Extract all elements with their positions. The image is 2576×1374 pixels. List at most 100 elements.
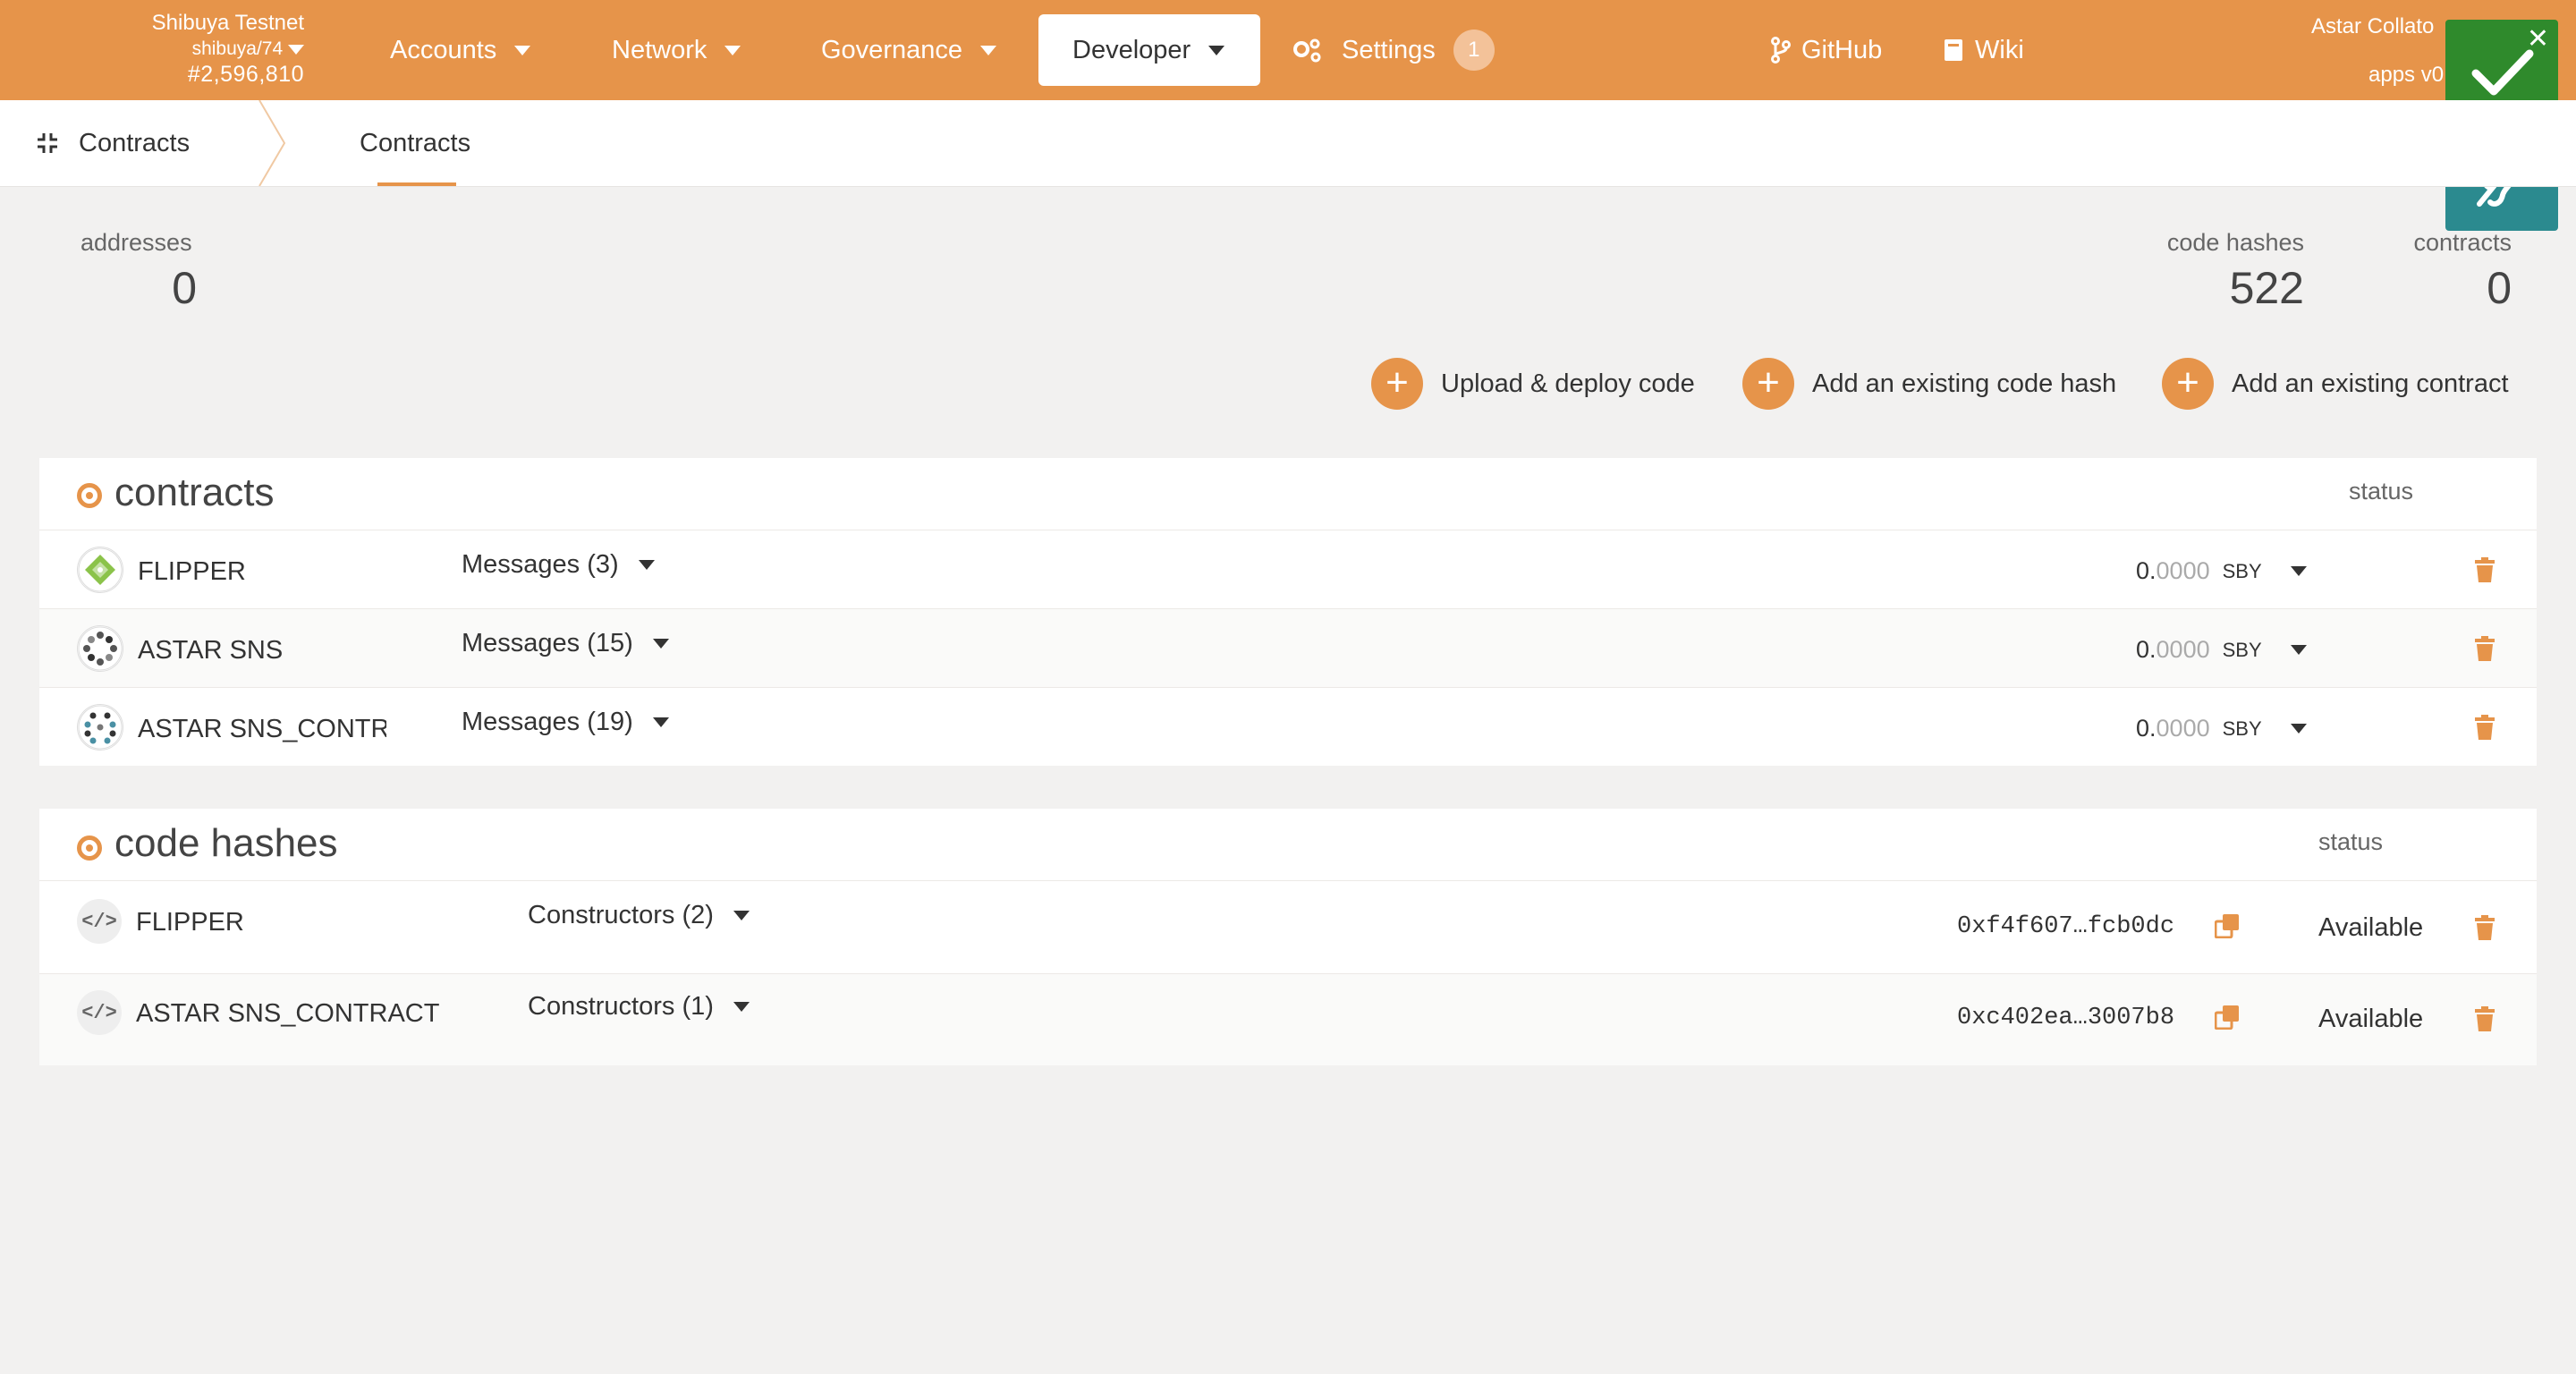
github-label: GitHub	[1801, 35, 1883, 64]
chain-selector[interactable]: Shibuya Testnet shibuya/74 #2,596,810	[134, 13, 304, 86]
code-hashes-value: 522	[2229, 263, 2304, 313]
chevron-down-icon	[733, 911, 750, 920]
contract-name[interactable]: ASTAR SNS_CONTRA	[138, 715, 386, 744]
table-row: ASTAR SNS Messages (15) 0.0000 SBY	[39, 608, 2537, 688]
chain-name: Shibuya Testnet	[151, 11, 304, 35]
trash-icon[interactable]	[2474, 715, 2496, 740]
messages-label: Messages (15)	[462, 629, 633, 657]
tab-contracts-label: Contracts	[360, 128, 471, 157]
code-hashes-status-header: status	[2318, 828, 2384, 855]
code-hash: 0xc402ea…3007b8	[1957, 1005, 2175, 1031]
balance-unit: SBY	[2222, 638, 2262, 661]
nav-network[interactable]: Network	[612, 14, 741, 86]
trash-icon[interactable]	[2474, 1006, 2496, 1031]
github-link[interactable]: GitHub	[1771, 14, 1882, 86]
copy-icon[interactable]	[2215, 913, 2240, 938]
plus-icon: +	[2162, 358, 2214, 410]
trash-icon[interactable]	[2474, 915, 2496, 940]
contract-identicon	[77, 625, 123, 672]
active-tab-indicator	[377, 182, 456, 186]
wiki-link[interactable]: Wiki	[1943, 14, 2024, 86]
nav-governance[interactable]: Governance	[821, 14, 996, 86]
compress-icon	[38, 133, 57, 153]
nav-developer[interactable]: Developer	[1038, 14, 1260, 86]
plus-icon: +	[1371, 358, 1423, 410]
settings-badge: 1	[1453, 30, 1495, 71]
balance-dropdown[interactable]: 0.0000 SBY	[2136, 557, 2307, 585]
messages-label: Messages (3)	[462, 550, 619, 579]
balance-dropdown[interactable]: 0.0000 SBY	[2136, 715, 2307, 742]
messages-dropdown[interactable]: Messages (3)	[462, 550, 655, 580]
constructors-label: Constructors (1)	[528, 992, 714, 1021]
tab-contracts[interactable]: Contracts	[360, 100, 470, 186]
nav-settings-label: Settings	[1342, 35, 1436, 64]
add-code-hash-button[interactable]: + Add an existing code hash	[1742, 356, 2116, 411]
contract-identicon	[77, 547, 123, 593]
balance-decimal: 0000	[2156, 715, 2210, 742]
code-name[interactable]: FLIPPER	[136, 908, 494, 937]
code-branch-icon	[1771, 37, 1791, 64]
breadcrumb-separator	[258, 100, 286, 186]
chevron-down-icon	[514, 45, 531, 55]
table-row: </> FLIPPER Constructors (2) 0xf4f607…fc…	[39, 880, 2537, 974]
table-row: </> ASTAR SNS_CONTRACT Constructors (1) …	[39, 973, 2537, 1065]
contracts-value: 0	[2487, 263, 2512, 313]
code-hashes-title: code hashes	[114, 821, 338, 865]
contracts-stat: contracts 0	[2379, 229, 2512, 314]
chevron-down-icon	[2290, 724, 2307, 734]
trash-icon[interactable]	[2474, 557, 2496, 582]
nav-settings[interactable]: Settings 1	[1292, 14, 1495, 86]
trash-icon[interactable]	[2474, 636, 2496, 661]
top-navigation-bar: Shibuya Testnet shibuya/74 #2,596,810 Ac…	[0, 0, 2576, 100]
gears-icon	[1293, 38, 1321, 63]
constructors-label: Constructors (2)	[528, 901, 714, 929]
code-icon: </>	[77, 990, 122, 1035]
chevron-down-icon	[733, 1002, 750, 1012]
messages-dropdown[interactable]: Messages (15)	[462, 629, 669, 658]
balance-decimal: 0000	[2156, 557, 2210, 584]
constructors-dropdown[interactable]: Constructors (1)	[528, 992, 750, 1022]
chevron-down-icon	[288, 44, 304, 55]
chevron-down-icon	[652, 639, 669, 649]
wiki-label: Wiki	[1975, 35, 2024, 64]
balance-unit: SBY	[2222, 717, 2262, 740]
add-contract-label: Add an existing contract	[2232, 369, 2509, 398]
contract-identicon	[77, 704, 123, 751]
messages-label: Messages (19)	[462, 708, 633, 736]
code-hashes-header: code hashes status	[39, 809, 2537, 878]
nav-accounts[interactable]: Accounts	[390, 14, 531, 86]
block-number: #2,596,810	[187, 62, 304, 87]
contracts-label: contracts	[2413, 229, 2512, 256]
balance-dropdown[interactable]: 0.0000 SBY	[2136, 636, 2307, 664]
copy-icon[interactable]	[2215, 1005, 2240, 1030]
upload-deploy-label: Upload & deploy code	[1441, 369, 1695, 398]
code-hashes-stat: code hashes 522	[2147, 229, 2304, 314]
chevron-down-icon	[980, 45, 996, 55]
contracts-header: contracts status	[39, 458, 2537, 528]
contract-name[interactable]: FLIPPER	[138, 557, 433, 587]
upload-deploy-button[interactable]: + Upload & deploy code	[1371, 356, 1695, 411]
nav-accounts-label: Accounts	[390, 35, 497, 64]
contracts-title: contracts	[114, 471, 275, 514]
balance-unit: SBY	[2222, 559, 2262, 582]
chain-spec-text: shibuya/74	[191, 38, 284, 59]
constructors-dropdown[interactable]: Constructors (2)	[528, 901, 750, 930]
status-value: Available	[2318, 913, 2424, 942]
status-value: Available	[2318, 1005, 2424, 1033]
code-hashes-table: code hashes status </> FLIPPER Construct…	[39, 809, 2537, 1065]
contract-name[interactable]: ASTAR SNS	[138, 636, 433, 666]
table-row: FLIPPER Messages (3) 0.0000 SBY	[39, 530, 2537, 609]
table-row: ASTAR SNS_CONTRA Messages (19) 0.0000 SBY	[39, 687, 2537, 767]
balance-integer: 0.	[2136, 715, 2157, 742]
apps-version: apps v0	[2368, 63, 2445, 87]
balance-decimal: 0000	[2156, 636, 2210, 663]
messages-dropdown[interactable]: Messages (19)	[462, 708, 669, 737]
contracts-status-header: status	[2349, 478, 2414, 505]
add-contract-button[interactable]: + Add an existing contract	[2162, 356, 2509, 411]
breadcrumb-contracts[interactable]: Contracts	[36, 100, 190, 186]
chevron-down-icon	[1208, 45, 1225, 55]
close-icon[interactable]: ✕	[2527, 23, 2549, 55]
code-name[interactable]: ASTAR SNS_CONTRACT	[136, 999, 494, 1029]
section-dot-icon	[77, 483, 102, 508]
sub-navigation-bar: Contracts Contracts	[0, 100, 2576, 187]
